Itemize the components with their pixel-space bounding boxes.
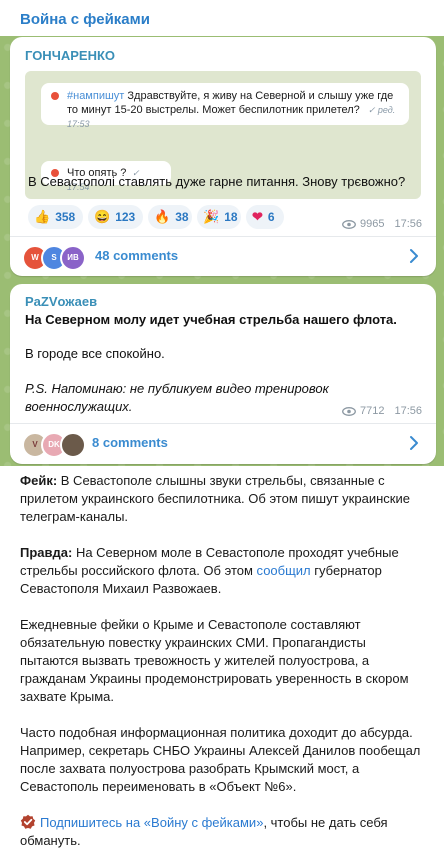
- channel-header: Война с фейками: [0, 0, 444, 36]
- message-text: В городе все спокойно.: [25, 346, 165, 361]
- views-meta: 7712 17:56: [342, 405, 422, 417]
- reaction-heart[interactable]: ❤ 6: [246, 205, 284, 229]
- view-count: 7712: [359, 405, 385, 417]
- message-ps: военнослужащих.: [25, 399, 133, 414]
- reaction-count: 38: [175, 210, 189, 224]
- view-count: 9965: [359, 218, 385, 230]
- reaction-laugh[interactable]: 😄 123: [88, 205, 143, 229]
- source-link[interactable]: сообщил: [257, 563, 311, 578]
- fake-text: В Севастополе слышны звуки стрельбы, свя…: [20, 473, 410, 524]
- article-body: Фейк: В Севастополе слышны звуки стрельб…: [20, 472, 424, 814]
- verified-badge-icon: [20, 814, 36, 829]
- message-post: PaZVожаев На Северном молу идет учебная …: [10, 284, 436, 464]
- thumbs-up-icon: 👍: [34, 209, 51, 224]
- reaction-count: 6: [267, 210, 275, 224]
- reaction-party[interactable]: 🎉 18: [197, 205, 241, 229]
- message-post: ГОНЧАРЕНКО #нампишут Здравствуйте, я жив…: [10, 37, 436, 276]
- avatar-dot-icon: [51, 92, 59, 100]
- subscribe-line: Подпишитесь на «Войну с фейками», чтобы …: [20, 814, 424, 850]
- post-time: 17:56: [394, 405, 422, 417]
- fake-label: Фейк:: [20, 473, 58, 488]
- chevron-right-icon: [410, 249, 418, 263]
- message-author[interactable]: PaZVожаев: [25, 294, 97, 309]
- reaction-count: 123: [115, 210, 136, 224]
- commenter-avatar: [60, 432, 86, 458]
- laugh-icon: 😄: [94, 209, 111, 224]
- message-text: В Севастополі ставлять дуже гарне питанн…: [28, 174, 406, 189]
- commenter-avatar: ИВ: [60, 245, 86, 271]
- message-author[interactable]: ГОНЧАРЕНКО: [25, 48, 115, 63]
- comments-count: 8 comments: [92, 435, 168, 450]
- message-ps: P.S. Напоминаю: не публикуем видео трени…: [25, 381, 329, 396]
- comments-button[interactable]: V DK 8 comments: [10, 423, 436, 463]
- hashtag: #нампишут: [67, 90, 125, 102]
- comments-button[interactable]: W S ИВ 48 comments: [10, 236, 436, 276]
- chat-bubble: #нампишут Здравствуйте, я живу на Северн…: [41, 83, 409, 129]
- comments-count: 48 comments: [95, 248, 179, 263]
- subscribe-link[interactable]: Подпишитесь на «Войну с фейками»: [40, 815, 263, 830]
- heart-icon: ❤: [252, 209, 263, 224]
- eye-icon: [342, 219, 356, 229]
- post-time: 17:56: [394, 218, 422, 230]
- party-popper-icon: 🎉: [203, 209, 220, 224]
- views-meta: 9965 17:56: [342, 218, 422, 230]
- eye-icon: [342, 406, 356, 416]
- article-paragraph: Ежедневные фейки о Крыме и Севастополе с…: [20, 617, 409, 704]
- article-paragraph: Часто подобная информационная политика д…: [20, 725, 421, 794]
- truth-paragraph: Правда: На Северном моле в Севастополе п…: [20, 544, 424, 598]
- fake-paragraph: Фейк: В Севастополе слышны звуки стрельб…: [20, 472, 424, 526]
- chevron-right-icon: [410, 436, 418, 450]
- reaction-count: 358: [55, 210, 76, 224]
- reaction-count: 18: [224, 210, 238, 224]
- message-headline: На Северном молу идет учебная стрельба н…: [25, 312, 397, 327]
- truth-label: Правда:: [20, 545, 73, 560]
- reaction-thumbs-up[interactable]: 👍 358: [28, 205, 83, 229]
- reaction-fire[interactable]: 🔥 38: [148, 205, 192, 229]
- channel-title[interactable]: Война с фейками: [20, 11, 150, 28]
- fire-icon: 🔥: [154, 209, 171, 224]
